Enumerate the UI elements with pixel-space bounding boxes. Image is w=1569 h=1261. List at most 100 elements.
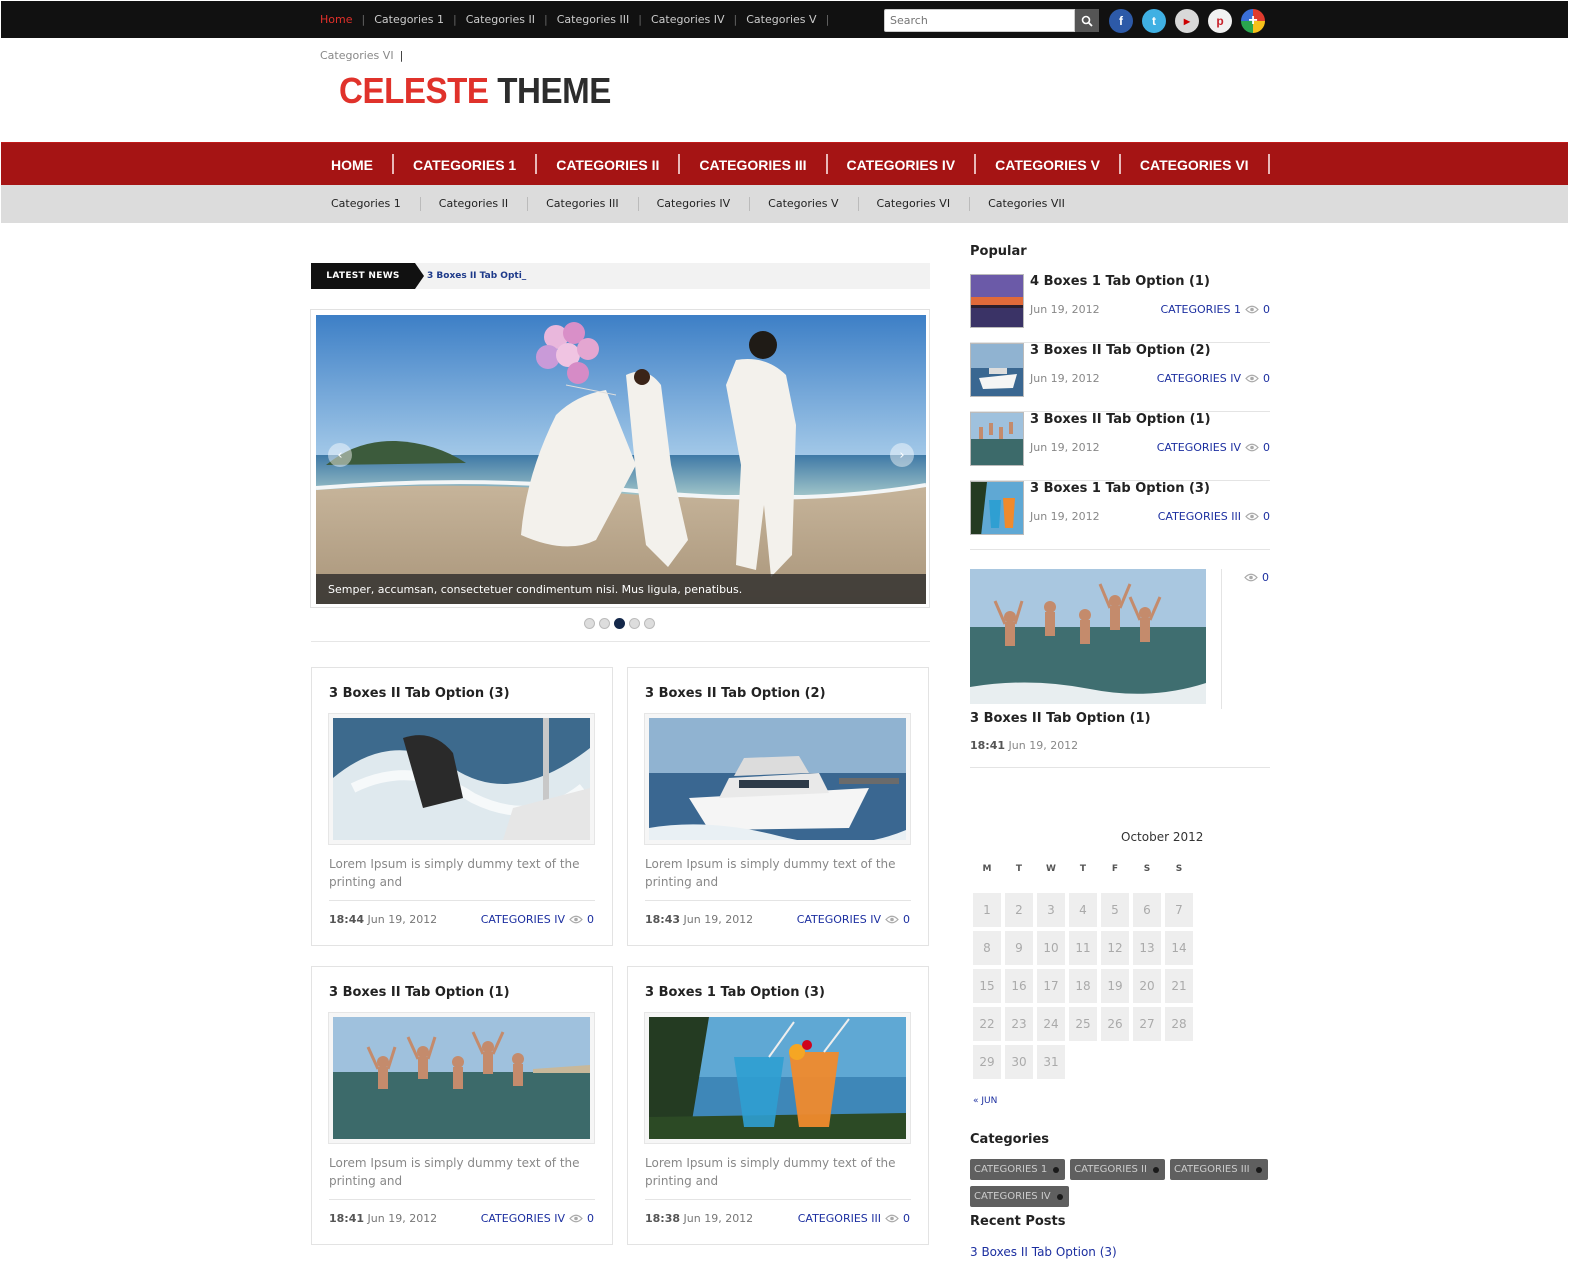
- post-card: 3 Boxes II Tab Option (1) Lorem Ipsum is…: [311, 966, 613, 1245]
- post-time: 18:43: [645, 913, 681, 926]
- category-chip[interactable]: CATEGORIES III: [1169, 1159, 1268, 1180]
- slider-next-button[interactable]: ›: [890, 443, 914, 467]
- post-thumbnail[interactable]: [644, 1012, 911, 1144]
- main-nav-categories-1[interactable]: CATEGORIES 1: [413, 157, 516, 173]
- post-excerpt: Lorem Ipsum is simply dummy text of the …: [645, 857, 896, 889]
- slide-image[interactable]: ‹ › Semper, accumsan, consectetuer condi…: [316, 315, 926, 604]
- search-button[interactable]: [1075, 9, 1099, 32]
- top-nav-categories-6[interactable]: Categories VI: [320, 49, 394, 62]
- weekday: S: [1175, 864, 1183, 874]
- facebook-icon[interactable]: f: [1109, 9, 1133, 33]
- category-chip-label: CATEGORIES IV: [974, 1191, 1051, 1202]
- post-title[interactable]: 3 Boxes II Tab Option (1): [329, 985, 510, 1000]
- sub-nav-categories-7[interactable]: Categories VII: [988, 197, 1065, 211]
- popular-category-link[interactable]: CATEGORIES III: [1158, 510, 1241, 523]
- featured-title[interactable]: 3 Boxes II Tab Option (1): [970, 711, 1151, 726]
- top-bar: Home | Categories 1 | Categories II | Categ…: [1, 1, 1568, 38]
- main-nav-home[interactable]: HOME: [331, 157, 373, 173]
- popular-category-views: CATEGORIES III 0: [1158, 510, 1270, 523]
- popular-category-link[interactable]: CATEGORIES 1: [1160, 303, 1241, 316]
- category-chip[interactable]: CATEGORIES IV: [970, 1186, 1069, 1207]
- google-plus-icon[interactable]: +: [1241, 9, 1265, 33]
- post-thumbnail[interactable]: [644, 713, 911, 845]
- popular-title[interactable]: 3 Boxes II Tab Option (1): [1030, 412, 1211, 427]
- post-thumbnail[interactable]: [328, 713, 595, 845]
- calendar-day: 31: [1037, 1045, 1065, 1079]
- divider: [645, 1199, 911, 1200]
- sub-nav-categories-3[interactable]: Categories III: [546, 197, 619, 211]
- popular-title[interactable]: 3 Boxes 1 Tab Option (3): [1030, 481, 1210, 496]
- calendar-day: 9: [1005, 931, 1033, 965]
- post-time: 18:41: [329, 1212, 365, 1225]
- sub-nav-categories-6[interactable]: Categories VI: [877, 197, 951, 211]
- post-thumbnail[interactable]: [328, 1012, 595, 1144]
- post-card: 3 Boxes II Tab Option (2) Lorem Ipsum is…: [627, 667, 929, 946]
- main-nav-categories-6[interactable]: CATEGORIES VI: [1140, 157, 1249, 173]
- sub-nav-categories-2[interactable]: Categories II: [439, 197, 508, 211]
- categories-heading: Categories: [970, 1132, 1050, 1147]
- youtube-icon[interactable]: ▶: [1175, 9, 1199, 33]
- top-nav-categories-2[interactable]: Categories II: [466, 13, 535, 26]
- post-views: 0: [903, 1212, 910, 1225]
- popular-thumbnail[interactable]: [970, 481, 1024, 535]
- popular-item: 3 Boxes II Tab Option (2) Jun 19, 2012 C…: [970, 343, 1270, 412]
- slider-dot[interactable]: [644, 618, 655, 629]
- eye-icon: [569, 915, 583, 924]
- main-nav-categories-4[interactable]: CATEGORIES IV: [847, 157, 956, 173]
- popular-title[interactable]: 3 Boxes II Tab Option (2): [1030, 343, 1211, 358]
- latest-news-arrow: [415, 263, 424, 289]
- popular-category-link[interactable]: CATEGORIES IV: [1157, 441, 1241, 454]
- calendar-prev-month-link[interactable]: « JUN: [973, 1096, 997, 1106]
- calendar-day: 30: [1005, 1045, 1033, 1079]
- category-chip[interactable]: CATEGORIES 1: [970, 1159, 1066, 1180]
- site-logo[interactable]: CELESTE THEME: [339, 70, 611, 112]
- post-category-link[interactable]: CATEGORIES IV: [481, 1212, 565, 1225]
- featured-thumbnail[interactable]: [970, 569, 1206, 704]
- popular-thumbnail[interactable]: [970, 343, 1024, 397]
- pinterest-icon[interactable]: p: [1208, 9, 1232, 33]
- calendar-day: 5: [1101, 893, 1129, 927]
- eye-icon: [885, 915, 899, 924]
- top-nav-categories-4[interactable]: Categories IV: [651, 13, 725, 26]
- post-title[interactable]: 3 Boxes 1 Tab Option (3): [645, 985, 825, 1000]
- popular-thumbnail[interactable]: [970, 274, 1024, 328]
- post-title[interactable]: 3 Boxes II Tab Option (3): [329, 686, 510, 701]
- sub-nav-categories-4[interactable]: Categories IV: [657, 197, 731, 211]
- latest-news-link[interactable]: 3 Boxes II Tab Opti_: [427, 271, 526, 281]
- popular-title[interactable]: 4 Boxes 1 Tab Option (1): [1030, 274, 1210, 289]
- top-nav-categories-3[interactable]: Categories III: [557, 13, 630, 26]
- popular-category-link[interactable]: CATEGORIES IV: [1157, 372, 1241, 385]
- slider-dot[interactable]: [599, 618, 610, 629]
- slider-dot-active[interactable]: [614, 618, 625, 629]
- top-nav-categories-1[interactable]: Categories 1: [374, 13, 444, 26]
- main-nav-categories-2[interactable]: CATEGORIES II: [556, 157, 659, 173]
- featured-time: 18:41: [970, 739, 1006, 752]
- slider-dot[interactable]: [584, 618, 595, 629]
- calendar-day: 12: [1101, 931, 1129, 965]
- post-title[interactable]: 3 Boxes II Tab Option (2): [645, 686, 826, 701]
- post-meta: 18:41 Jun 19, 2012: [329, 1212, 437, 1225]
- recent-post-link[interactable]: 3 Boxes II Tab Option (3): [970, 1245, 1117, 1259]
- main-nav-categories-3[interactable]: CATEGORIES III: [699, 157, 806, 173]
- twitter-icon[interactable]: t: [1142, 9, 1166, 33]
- post-category-link[interactable]: CATEGORIES IV: [481, 913, 565, 926]
- calendar-day: 4: [1069, 893, 1097, 927]
- slider-prev-button[interactable]: ‹: [328, 443, 352, 467]
- category-chip[interactable]: CATEGORIES II: [1070, 1159, 1165, 1180]
- calendar-day: 27: [1133, 1007, 1161, 1041]
- weekday: W: [1046, 864, 1056, 874]
- post-category-link[interactable]: CATEGORIES IV: [797, 913, 881, 926]
- sub-nav-categories-5[interactable]: Categories V: [768, 197, 838, 211]
- popular-category-views: CATEGORIES 1 0: [1160, 303, 1270, 316]
- calendar-day: 3: [1037, 893, 1065, 927]
- top-nav-categories-5[interactable]: Categories V: [746, 13, 816, 26]
- post-category-link[interactable]: CATEGORIES III: [798, 1212, 881, 1225]
- main-nav-categories-5[interactable]: CATEGORIES V: [995, 157, 1100, 173]
- sub-nav-categories-1[interactable]: Categories 1: [331, 197, 401, 211]
- search-input[interactable]: [884, 9, 1075, 32]
- top-nav-home[interactable]: Home: [320, 13, 352, 26]
- divider: [645, 900, 911, 901]
- sub-nav: Categories 1 Categories II Categories II…: [1, 185, 1568, 223]
- slider-dot[interactable]: [629, 618, 640, 629]
- popular-thumbnail[interactable]: [970, 412, 1024, 466]
